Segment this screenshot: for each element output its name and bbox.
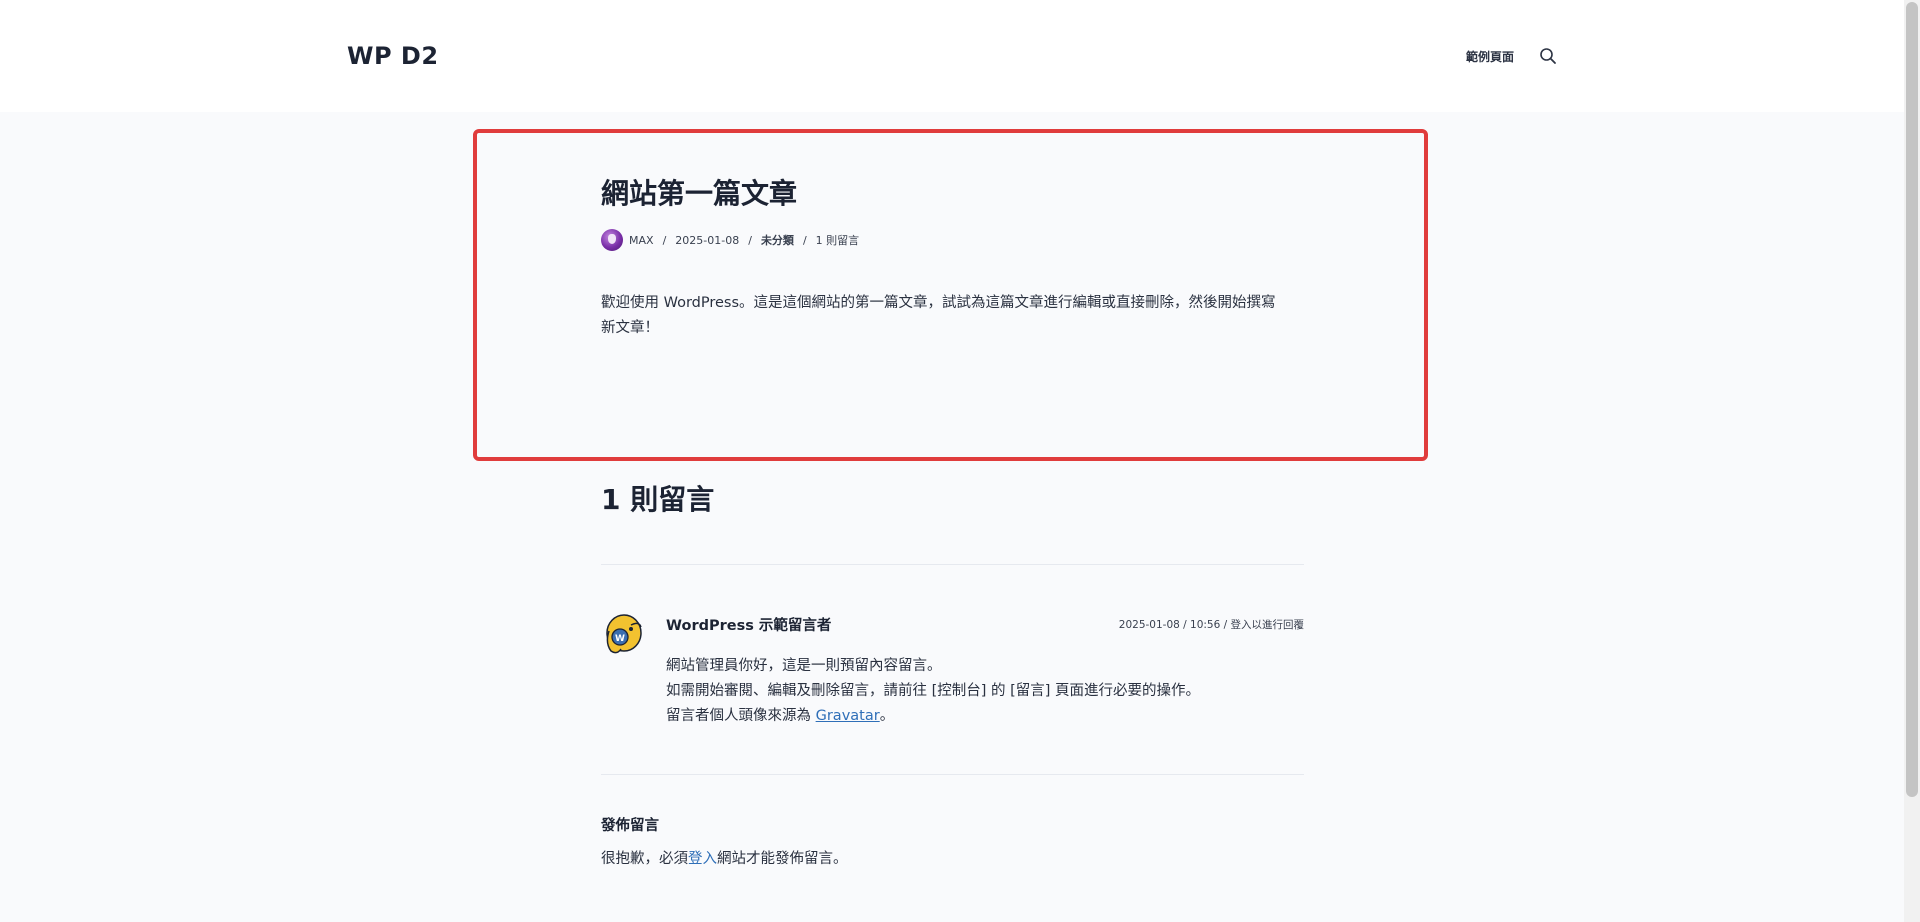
reply-title: 發佈留言	[601, 818, 659, 834]
divider	[601, 564, 1304, 565]
page: WP D2 範例頁面 網站第一篇文章 MAX / 2025-01-08 / 未分…	[0, 0, 1920, 922]
comment-line: 如需開始審閱、編輯及刪除留言，請前往 [控制台] 的 [留言] 頁面進行必要的操…	[666, 683, 1201, 699]
nav-item-sample-page[interactable]: 範例頁面	[1466, 48, 1514, 65]
post-meta: MAX / 2025-01-08 / 未分類 / 1 則留言	[601, 229, 859, 251]
login-required-note: 很抱歉，必須登入網站才能發佈留言。	[601, 847, 848, 868]
site-header: WP D2 範例頁面	[0, 0, 1904, 112]
meta-separator: /	[802, 233, 807, 247]
post-date-link[interactable]: 2025-01-08	[675, 234, 739, 247]
author-avatar[interactable]	[601, 229, 623, 251]
login-link[interactable]: 登入	[688, 851, 717, 867]
comments-title: 1 則留言	[601, 483, 715, 516]
comment-line-text: 。	[879, 708, 895, 724]
post-content-line: 新文章！	[601, 320, 659, 336]
meta-separator: /	[662, 233, 667, 247]
post-content-line: 歡迎使用 WordPress。這是這個網站的第一篇文章，試試為這篇文章進行編輯或…	[601, 295, 1276, 311]
svg-text:W: W	[615, 634, 625, 644]
comment-body: 網站管理員你好，這是一則預留內容留言。 如需開始審閱、編輯及刪除留言，請前往 […	[666, 654, 1306, 729]
login-note-text: 很抱歉，必須	[601, 851, 688, 867]
comment-datetime-link[interactable]: 2025-01-08 / 10:56	[1119, 619, 1221, 631]
login-note-text: 網站才能發佈留言。	[717, 851, 848, 867]
search-icon[interactable]	[1539, 47, 1557, 65]
gravatar-link[interactable]: Gravatar	[816, 708, 880, 724]
meta-separator: /	[1220, 619, 1231, 631]
comment-meta: 2025-01-08 / 10:56 / 登入以進行回覆	[1119, 617, 1304, 632]
category-link[interactable]: 未分類	[761, 232, 794, 248]
site-title-link[interactable]: WP D2	[347, 42, 439, 70]
comment-reply-login-link[interactable]: 登入以進行回覆	[1231, 619, 1305, 631]
post-content: 歡迎使用 WordPress。這是這個網站的第一篇文章，試試為這篇文章進行編輯或…	[601, 291, 1301, 341]
comments-count-link[interactable]: 1 則留言	[816, 232, 860, 248]
comment-line: 網站管理員你好，這是一則預留內容留言。	[666, 658, 942, 674]
vertical-scrollbar[interactable]	[1904, 0, 1920, 922]
comment-line-text: 留言者個人頭像來源為	[666, 708, 816, 724]
meta-separator: /	[748, 233, 752, 247]
comment-author: WordPress 示範留言者	[666, 618, 832, 634]
author-link[interactable]: MAX	[629, 234, 654, 247]
divider	[601, 774, 1304, 775]
scrollbar-thumb[interactable]	[1906, 2, 1918, 797]
comment-line: 留言者個人頭像來源為 Gravatar。	[666, 704, 1306, 729]
post-title: 網站第一篇文章	[601, 177, 798, 210]
commenter-avatar-icon: W	[603, 613, 643, 657]
